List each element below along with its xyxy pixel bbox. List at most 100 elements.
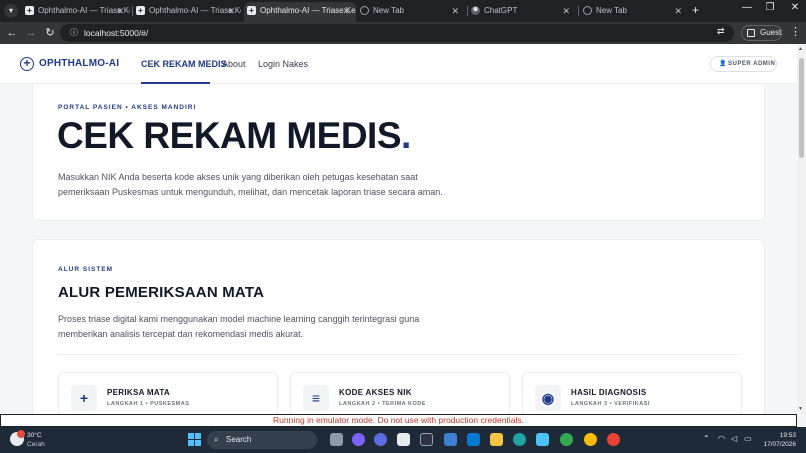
hero-description: Masukkan NIK Anda beserta kode akses uni…	[58, 170, 443, 200]
flow-kicker: ALUR SISTEM	[58, 266, 114, 273]
nav-about[interactable]: About	[222, 59, 246, 69]
volume-icon[interactable]: ◁	[731, 434, 737, 443]
user-icon: 👤	[719, 61, 727, 67]
site-favicon-icon: +	[136, 6, 145, 15]
scrollbar-thumb[interactable]	[799, 58, 804, 158]
browser-tab-active[interactable]: + Ophthalmo-AI — Triase Ke ✕	[244, 2, 356, 22]
flow-card: ALUR SISTEM ALUR PEMERIKSAAN MATA Proses…	[32, 239, 765, 414]
address-bar[interactable]: ⓘ localhost:5000/#/	[60, 24, 734, 42]
windows-taskbar: 30°C Cerah ⌕ Search ⌃ ◠ ◁ ▭ 19:53 17/07/…	[0, 427, 806, 453]
plus-icon: +	[71, 385, 97, 411]
weather-icon[interactable]	[10, 430, 25, 446]
flow-description: Proses triase digital kami menggunakan m…	[58, 312, 419, 342]
page-viewport: + OPHTHALMO-AI CEK REKAM MEDIS About Log…	[0, 44, 797, 414]
chrome-icon[interactable]	[584, 433, 597, 446]
tab-close-icon[interactable]: ✕	[451, 2, 459, 20]
step-title: KODE AKSES NIK	[339, 388, 412, 397]
clock-date: 17/07/2026	[763, 441, 796, 448]
nav-cek-rekam-medis[interactable]: CEK REKAM MEDIS	[141, 59, 227, 69]
hero-kicker: PORTAL PASIEN • AKSES MANDIRI	[58, 104, 197, 111]
tray-overflow-icon[interactable]: ⌃	[703, 434, 710, 443]
step-subtitle: LANGKAH 2 • TERIMA KODE	[339, 401, 426, 407]
step-subtitle: LANGKAH 1 • PUSKESMAS	[107, 401, 190, 407]
site-favicon-icon: +	[25, 6, 34, 15]
emulator-warning-banner: Running in emulator mode. Do not use wit…	[0, 414, 797, 427]
translate-icon[interactable]: ⇄	[717, 26, 725, 37]
chrome-icon[interactable]	[560, 433, 573, 446]
windows-start-icon[interactable]	[188, 433, 201, 446]
weather-temperature[interactable]: 30°C	[27, 432, 42, 439]
tab-close-icon[interactable]: ✕	[342, 2, 350, 20]
new-tab-favicon-icon	[583, 6, 592, 15]
forward-arrow-icon[interactable]: →	[23, 25, 39, 41]
file-explorer-icon[interactable]	[490, 433, 503, 446]
store-icon[interactable]	[397, 433, 410, 446]
guest-profile-button[interactable]: Guest	[741, 25, 782, 41]
task-view-icon[interactable]	[330, 433, 343, 446]
browser-tab[interactable]: ⊛ ChatGPT ✕	[468, 2, 576, 22]
list-icon: ≡	[303, 385, 329, 411]
brand-name[interactable]: OPHTHALMO-AI	[39, 58, 119, 69]
step-title: PERIKSA MATA	[107, 388, 171, 397]
new-tab-plus-icon[interactable]: +	[692, 3, 699, 17]
tab-title: Ophthalmo-AI — Triase Ke	[260, 6, 356, 15]
copilot-icon[interactable]	[352, 433, 365, 446]
chatgpt-favicon-icon: ⊛	[471, 6, 480, 15]
app-navbar: + OPHTHALMO-AI CEK REKAM MEDIS About Log…	[0, 44, 797, 84]
wifi-icon[interactable]: ◠	[718, 434, 725, 443]
hero-card: PORTAL PASIEN • AKSES MANDIRI CEK REKAM …	[32, 84, 765, 221]
browser-menu-icon[interactable]: ⋮	[790, 25, 801, 38]
chrome-icon[interactable]	[607, 433, 620, 446]
page-title-dot: .	[401, 115, 411, 156]
reload-icon[interactable]: ↻	[42, 25, 58, 41]
vscode-icon[interactable]	[467, 433, 480, 446]
browser-tab[interactable]: New Tab ✕	[357, 2, 465, 22]
chat-icon[interactable]	[374, 433, 387, 446]
window-close-icon[interactable]: ✕	[780, 2, 806, 13]
page-scrollbar[interactable]: ▲ ▼	[797, 44, 806, 414]
tab-close-icon[interactable]: ✕	[116, 2, 124, 20]
scroll-up-arrow-icon[interactable]: ▲	[798, 46, 803, 52]
search-label: Search	[226, 435, 252, 444]
super-admin-label: SUPER ADMIN	[728, 61, 776, 67]
tab-close-icon[interactable]: ✕	[674, 2, 682, 20]
weather-condition[interactable]: Cerah	[27, 441, 45, 448]
page-title: CEK REKAM MEDIS.	[57, 116, 411, 156]
flow-description-line: Proses triase digital kami menggunakan m…	[58, 314, 420, 324]
browser-tab[interactable]: New Tab ✕	[580, 2, 688, 22]
site-favicon-icon: +	[247, 6, 256, 15]
tab-title: ChatGPT	[484, 6, 518, 15]
step-card: ≡ KODE AKSES NIK LANGKAH 2 • TERIMA KODE	[290, 372, 510, 414]
flow-description-line: memberikan analisis tercepat dan rekomen…	[58, 329, 304, 339]
tab-title: New Tab	[373, 6, 404, 15]
app-icon[interactable]	[420, 433, 433, 446]
battery-icon[interactable]: ▭	[744, 434, 752, 443]
new-tab-favicon-icon	[360, 6, 369, 15]
nav-login-nakes[interactable]: Login Nakes	[258, 59, 308, 69]
browser-tab-strip: ▾ + Ophthalmo-AI — Triase Ke ✕ + Ophthal…	[0, 0, 806, 22]
step-card: ◉ HASIL DIAGNOSIS LANGKAH 3 • VERIFIKASI	[522, 372, 742, 414]
browser-tab[interactable]: + Ophthalmo-AI — Triase Ke ✕	[133, 2, 241, 22]
browser-toolbar: ← → ↻ ⓘ localhost:5000/#/	[0, 22, 806, 44]
profile-label: Guest	[760, 28, 782, 37]
super-admin-button[interactable]: 👤 SUPER ADMIN	[710, 56, 777, 72]
app-icon[interactable]	[536, 433, 549, 446]
system-clock[interactable]: 19:53 17/07/2026	[762, 431, 796, 449]
url-text[interactable]: localhost:5000/#/	[84, 24, 148, 42]
step-title: HASIL DIAGNOSIS	[571, 388, 647, 397]
brand-plus-icon[interactable]: +	[20, 57, 34, 71]
tab-search-menu-icon[interactable]: ▾	[4, 4, 18, 18]
browser-tab[interactable]: + Ophthalmo-AI — Triase Ke ✕	[22, 2, 130, 22]
back-arrow-icon[interactable]: ←	[4, 25, 20, 41]
taskbar-search-box[interactable]: ⌕ Search	[207, 431, 317, 449]
site-info-icon[interactable]: ⓘ	[68, 27, 80, 39]
hero-description-line: pemeriksaan Puskesmas untuk mengunduh, m…	[58, 187, 443, 197]
app-icon[interactable]	[444, 433, 457, 446]
flow-title: ALUR PEMERIKSAAN MATA	[58, 284, 265, 301]
scroll-down-arrow-icon[interactable]: ▼	[798, 406, 803, 412]
tab-close-icon[interactable]: ✕	[562, 2, 570, 20]
edge-icon[interactable]	[513, 433, 526, 446]
tab-close-icon[interactable]: ✕	[227, 2, 235, 20]
tab-title: New Tab	[596, 6, 627, 15]
eye-icon: ◉	[535, 385, 561, 411]
